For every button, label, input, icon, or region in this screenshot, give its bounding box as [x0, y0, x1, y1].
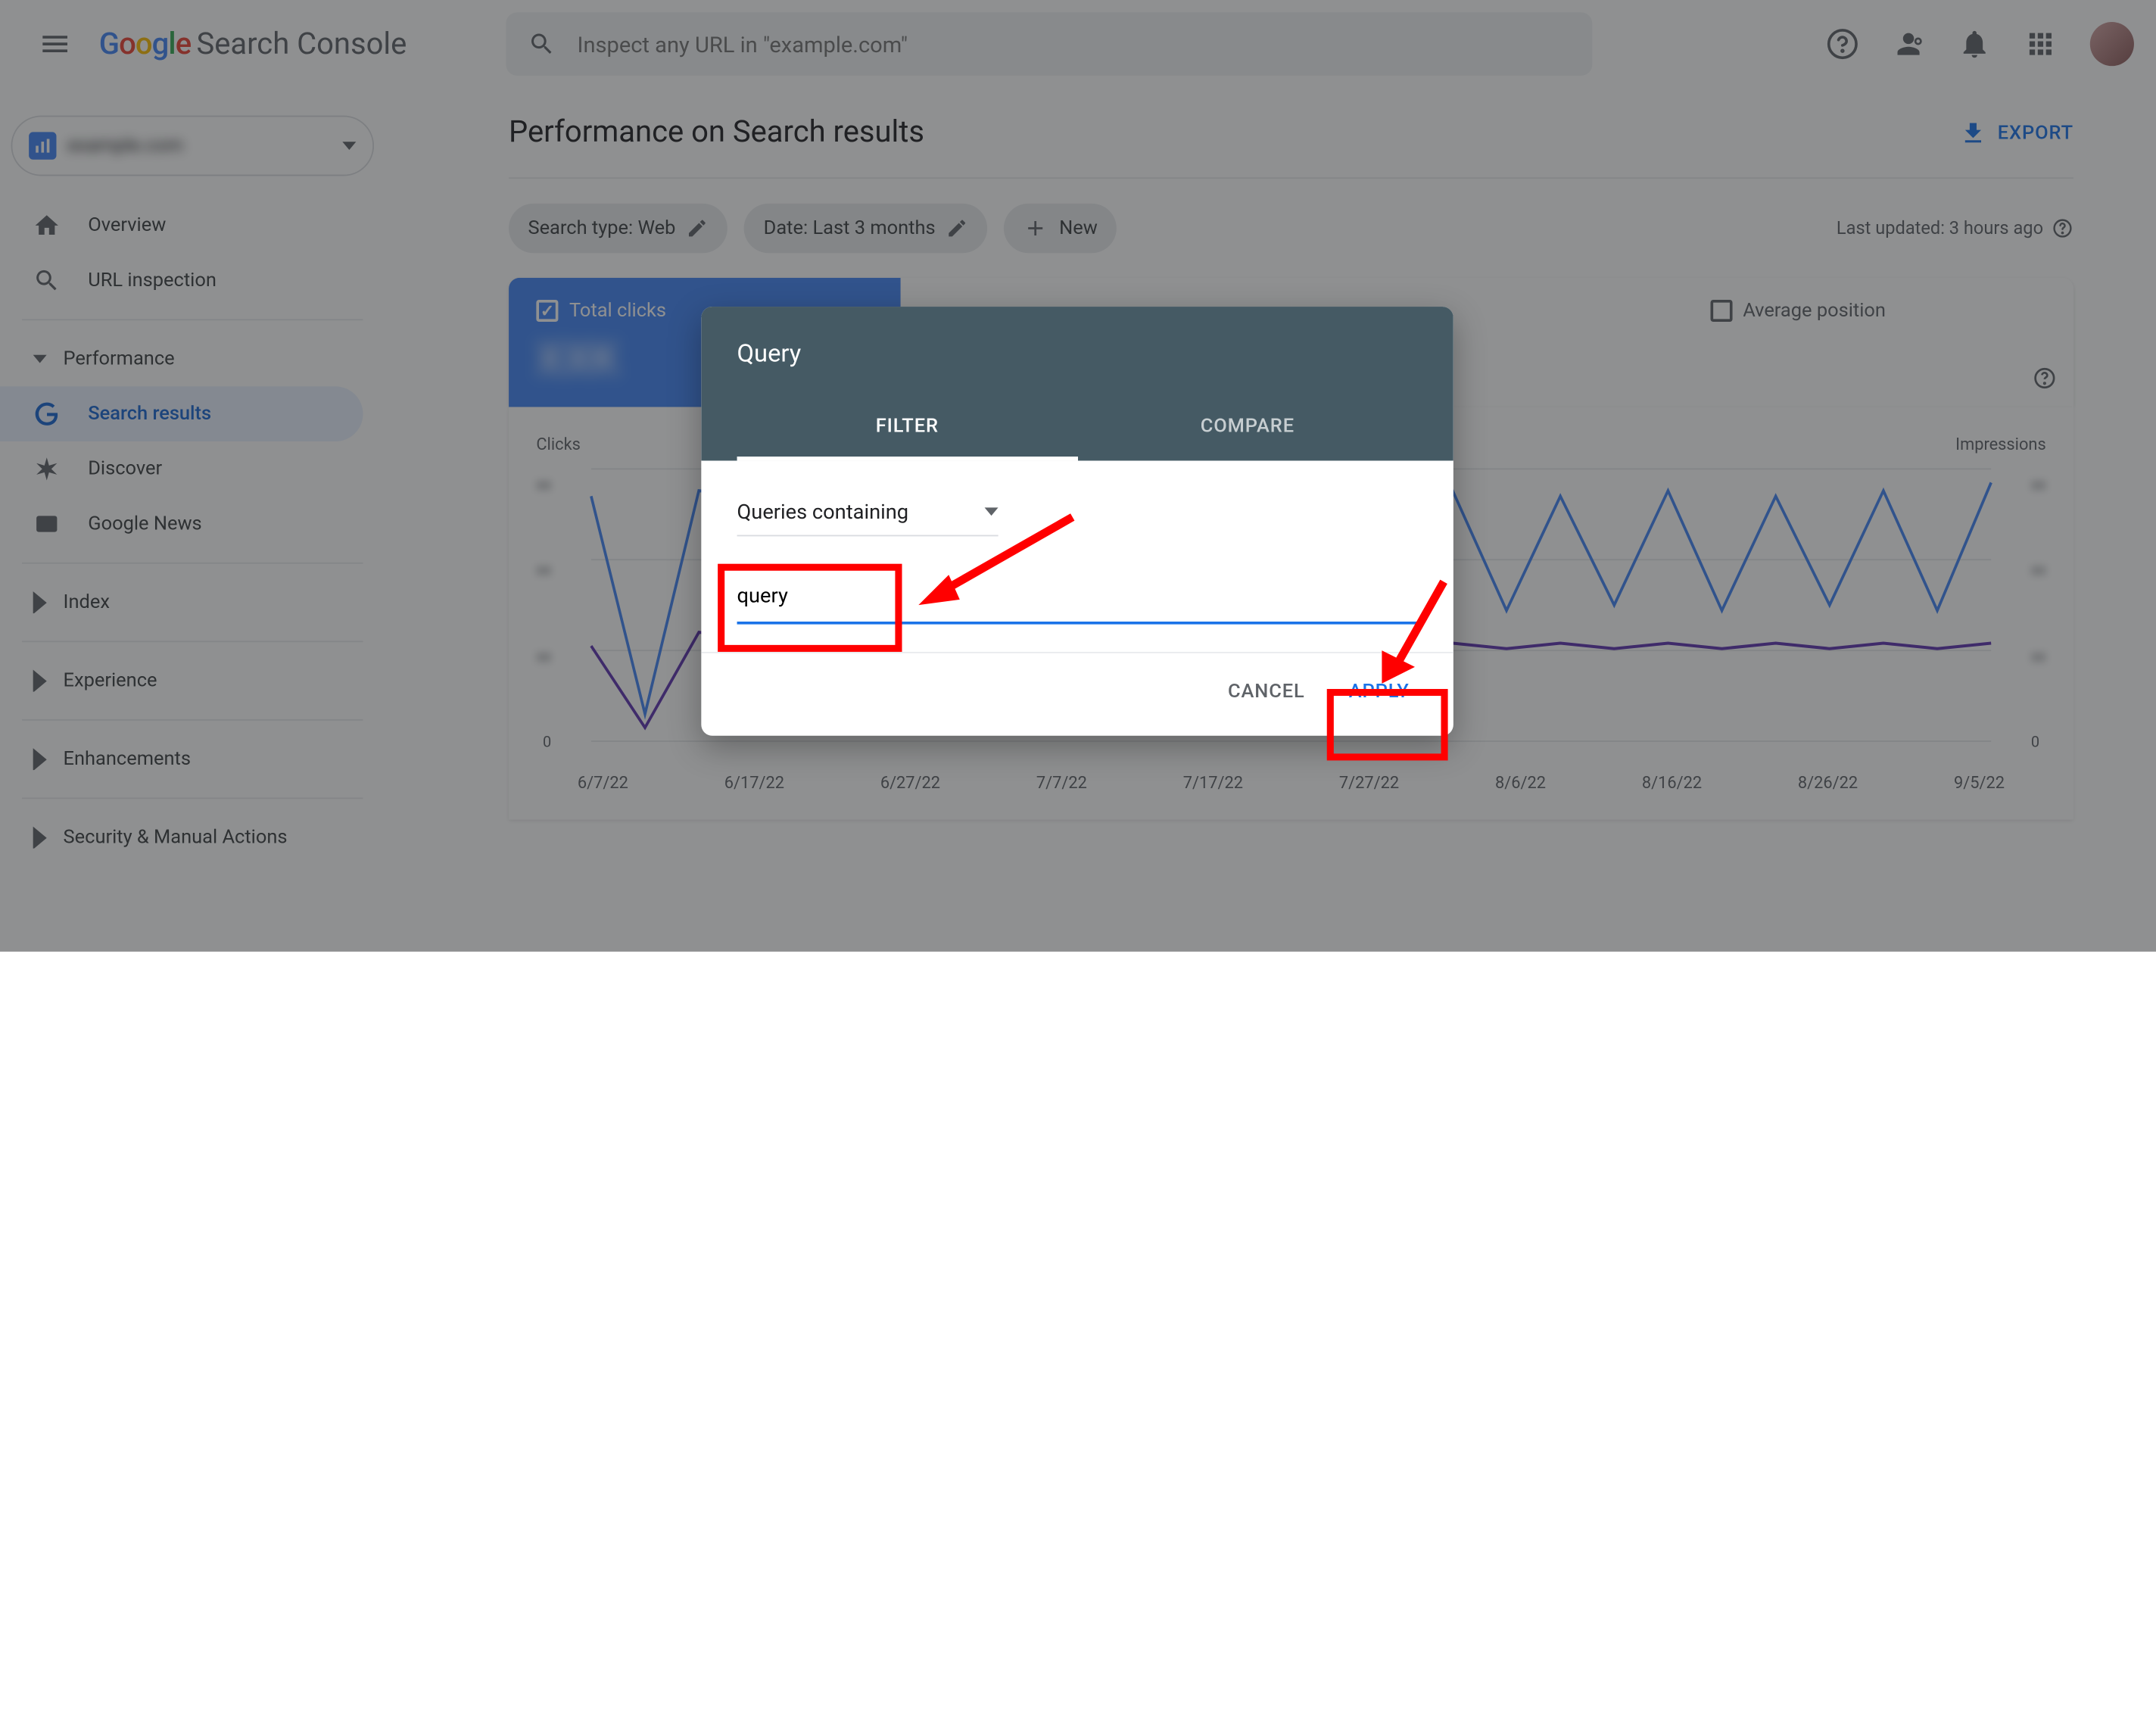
tab-filter[interactable]: FILTER — [737, 396, 1078, 460]
dialog-title: Query — [737, 340, 1418, 369]
query-filter-dialog: Query FILTER COMPARE Queries containing … — [701, 307, 1453, 736]
chevron-down-icon — [984, 507, 998, 516]
apply-button[interactable]: APPLY — [1332, 670, 1426, 714]
tab-compare[interactable]: COMPARE — [1077, 396, 1418, 460]
select-label: Queries containing — [737, 499, 909, 524]
cancel-button[interactable]: CANCEL — [1211, 670, 1321, 714]
query-text-input[interactable] — [737, 569, 1418, 625]
query-match-select[interactable]: Queries containing — [737, 488, 999, 537]
